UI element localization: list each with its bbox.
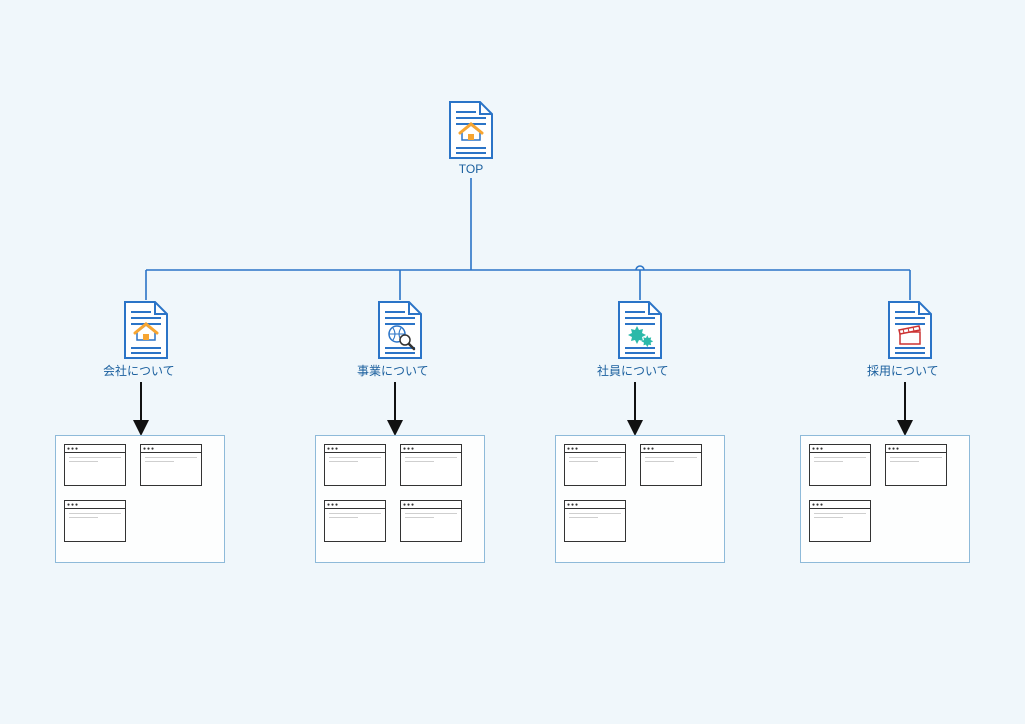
search-doc-icon	[375, 300, 425, 360]
home-doc-icon	[121, 300, 171, 360]
gear-doc-icon	[615, 300, 665, 360]
home-doc-icon	[446, 100, 496, 160]
node-company-label: 会社について	[103, 362, 171, 379]
subpages-staff: ●●● ●●● ●●●	[555, 435, 725, 563]
subpages-company: ●●● ●●● ●●●	[55, 435, 225, 563]
subpage-thumb[interactable]: ●●●	[564, 444, 626, 486]
subpage-thumb[interactable]: ●●●	[809, 444, 871, 486]
subpages-business: ●●● ●●● ●●● ●●●	[315, 435, 485, 563]
subpage-thumb[interactable]: ●●●	[324, 444, 386, 486]
subpage-thumb[interactable]: ●●●	[64, 444, 126, 486]
video-doc-icon	[885, 300, 935, 360]
subpage-thumb[interactable]: ●●●	[400, 444, 462, 486]
node-top[interactable]: TOP	[446, 100, 496, 176]
subpage-thumb[interactable]: ●●●	[809, 500, 871, 542]
subpage-thumb[interactable]: ●●●	[564, 500, 626, 542]
node-business[interactable]: 事業について	[375, 300, 425, 379]
subpage-thumb[interactable]: ●●●	[140, 444, 202, 486]
node-staff[interactable]: 社員について	[615, 300, 665, 379]
node-company[interactable]: 会社について	[121, 300, 171, 379]
subpage-thumb[interactable]: ●●●	[885, 444, 947, 486]
subpages-recruit: ●●● ●●● ●●●	[800, 435, 970, 563]
sitemap-canvas: TOP 会社について 事業について 社員について 採用について ●●● ●●● …	[0, 0, 1025, 724]
subpage-thumb[interactable]: ●●●	[400, 500, 462, 542]
subpage-thumb[interactable]: ●●●	[324, 500, 386, 542]
node-business-label: 事業について	[357, 362, 425, 379]
node-recruit[interactable]: 採用について	[885, 300, 935, 379]
node-staff-label: 社員について	[597, 362, 665, 379]
node-recruit-label: 採用について	[867, 362, 935, 379]
subpage-thumb[interactable]: ●●●	[64, 500, 126, 542]
node-top-label: TOP	[446, 162, 496, 176]
subpage-thumb[interactable]: ●●●	[640, 444, 702, 486]
